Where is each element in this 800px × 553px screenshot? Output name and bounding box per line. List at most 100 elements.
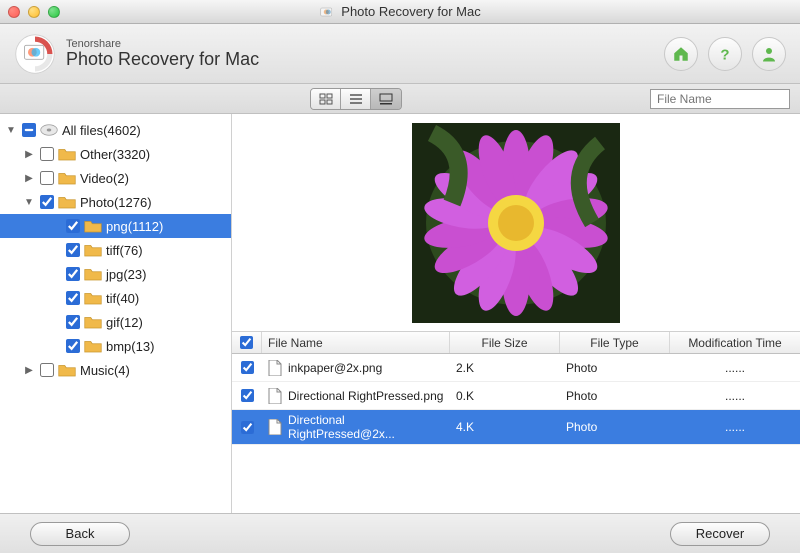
home-icon <box>672 45 690 63</box>
tree-item[interactable]: bmp(13) <box>0 334 231 358</box>
help-icon: ? <box>716 45 734 63</box>
minimize-window-button[interactable] <box>28 6 40 18</box>
brand-logo-icon <box>14 33 56 75</box>
app-icon <box>319 4 335 20</box>
tree-label: tif(40) <box>106 291 139 306</box>
help-button[interactable]: ? <box>708 37 742 71</box>
tree-item[interactable]: tif(40) <box>0 286 231 310</box>
sidebar-tree[interactable]: ▼ All files(4602) ▶ Other(3320) ▶ Video(2) ▼ Ph… <box>0 114 232 513</box>
list-icon <box>349 93 363 105</box>
titlebar-title: Photo Recovery for Mac <box>319 4 480 20</box>
preview-icon <box>379 93 393 105</box>
tree-label: tiff(76) <box>106 243 143 258</box>
close-window-button[interactable] <box>8 6 20 18</box>
main-panel: File Name File Size File Type Modificati… <box>232 114 800 513</box>
tree-checkbox[interactable] <box>66 291 80 305</box>
disclosure-triangle-icon[interactable]: ▼ <box>4 125 18 136</box>
search-input[interactable] <box>650 89 790 109</box>
svg-text:?: ? <box>720 46 729 63</box>
body: ▼ All files(4602) ▶ Other(3320) ▶ Video(2) ▼ Ph… <box>0 114 800 513</box>
tree-checkbox[interactable] <box>22 123 36 137</box>
header-actions: ? <box>664 37 786 71</box>
tree-checkbox[interactable] <box>66 243 80 257</box>
tree-item[interactable]: jpg(23) <box>0 262 231 286</box>
column-checkbox[interactable] <box>232 332 262 353</box>
recover-button[interactable]: Recover <box>670 522 770 546</box>
header: Tenorshare Photo Recovery for Mac ? <box>0 24 800 84</box>
view-preview-button[interactable] <box>371 89 401 109</box>
tree-item[interactable]: ▶ Other(3320) <box>0 142 231 166</box>
tree-checkbox[interactable] <box>40 147 54 161</box>
row-checkbox[interactable] <box>241 421 254 434</box>
select-all-checkbox[interactable] <box>240 336 253 349</box>
row-checkbox[interactable] <box>241 389 254 402</box>
tree-item[interactable]: ▶ Music(4) <box>0 358 231 382</box>
tree-item[interactable]: ▼ All files(4602) <box>0 118 231 142</box>
cell-filename: Directional RightPressed@2x... <box>262 410 450 444</box>
table-header: File Name File Size File Type Modificati… <box>232 332 800 354</box>
tree-checkbox[interactable] <box>66 339 80 353</box>
view-list-button[interactable] <box>341 89 371 109</box>
cell-filesize: 0.K <box>450 386 560 406</box>
window-controls <box>8 6 60 18</box>
column-modtime[interactable]: Modification Time <box>670 332 800 353</box>
zoom-window-button[interactable] <box>48 6 60 18</box>
cell-filetype: Photo <box>560 358 670 378</box>
tree-label: Photo(1276) <box>80 195 152 210</box>
tree-item[interactable]: ▼ Photo(1276) <box>0 190 231 214</box>
row-checkbox[interactable] <box>241 361 254 374</box>
column-filename[interactable]: File Name <box>262 332 450 353</box>
table-row[interactable]: inkpaper@2x.png2.KPhoto...... <box>232 354 800 382</box>
preview-area <box>232 114 800 332</box>
cell-filename: inkpaper@2x.png <box>262 357 450 379</box>
brand-title-text: Photo Recovery for Mac <box>66 50 259 70</box>
tree-item[interactable]: png(1112) <box>0 214 231 238</box>
table-row[interactable]: Directional RightPressed@2x...4.KPhoto..… <box>232 410 800 445</box>
footer: Back Recover <box>0 513 800 553</box>
brand: Tenorshare Photo Recovery for Mac <box>14 33 259 75</box>
tree-label: Music(4) <box>80 363 130 378</box>
tree-checkbox[interactable] <box>66 219 80 233</box>
tree-label: All files(4602) <box>62 123 141 138</box>
cell-filename: Directional RightPressed.png <box>262 385 450 407</box>
cell-modtime: ...... <box>670 417 800 437</box>
cell-filesize: 2.K <box>450 358 560 378</box>
column-filetype[interactable]: File Type <box>560 332 670 353</box>
column-filesize[interactable]: File Size <box>450 332 560 353</box>
tree-label: Other(3320) <box>80 147 150 162</box>
tree-checkbox[interactable] <box>66 267 80 281</box>
user-icon <box>760 45 778 63</box>
tree-checkbox[interactable] <box>66 315 80 329</box>
grid-icon <box>319 93 333 105</box>
brand-sub-text: Tenorshare <box>66 38 259 50</box>
window-title-text: Photo Recovery for Mac <box>341 4 480 19</box>
table-body[interactable]: inkpaper@2x.png2.KPhoto......Directional… <box>232 354 800 513</box>
tree-label: jpg(23) <box>106 267 146 282</box>
disclosure-triangle-icon[interactable]: ▶ <box>22 173 36 184</box>
home-button[interactable] <box>664 37 698 71</box>
tree-item[interactable]: tiff(76) <box>0 238 231 262</box>
cell-modtime: ...... <box>670 386 800 406</box>
view-mode-segment <box>310 88 402 110</box>
table-row[interactable]: Directional RightPressed.png0.KPhoto....… <box>232 382 800 410</box>
tree-label: Video(2) <box>80 171 129 186</box>
preview-image <box>412 123 620 323</box>
toolbar <box>0 84 800 114</box>
tree-checkbox[interactable] <box>40 195 54 209</box>
cell-modtime: ...... <box>670 358 800 378</box>
tree-item[interactable]: gif(12) <box>0 310 231 334</box>
tree-item[interactable]: ▶ Video(2) <box>0 166 231 190</box>
cell-filetype: Photo <box>560 417 670 437</box>
tree-checkbox[interactable] <box>40 171 54 185</box>
disclosure-triangle-icon[interactable]: ▶ <box>22 365 36 376</box>
tree-label: gif(12) <box>106 315 143 330</box>
disclosure-triangle-icon[interactable]: ▶ <box>22 149 36 160</box>
view-grid-button[interactable] <box>311 89 341 109</box>
back-button[interactable]: Back <box>30 522 130 546</box>
cell-filetype: Photo <box>560 386 670 406</box>
titlebar: Photo Recovery for Mac <box>0 0 800 24</box>
cell-filesize: 4.K <box>450 417 560 437</box>
disclosure-triangle-icon[interactable]: ▼ <box>22 197 36 208</box>
tree-checkbox[interactable] <box>40 363 54 377</box>
user-button[interactable] <box>752 37 786 71</box>
